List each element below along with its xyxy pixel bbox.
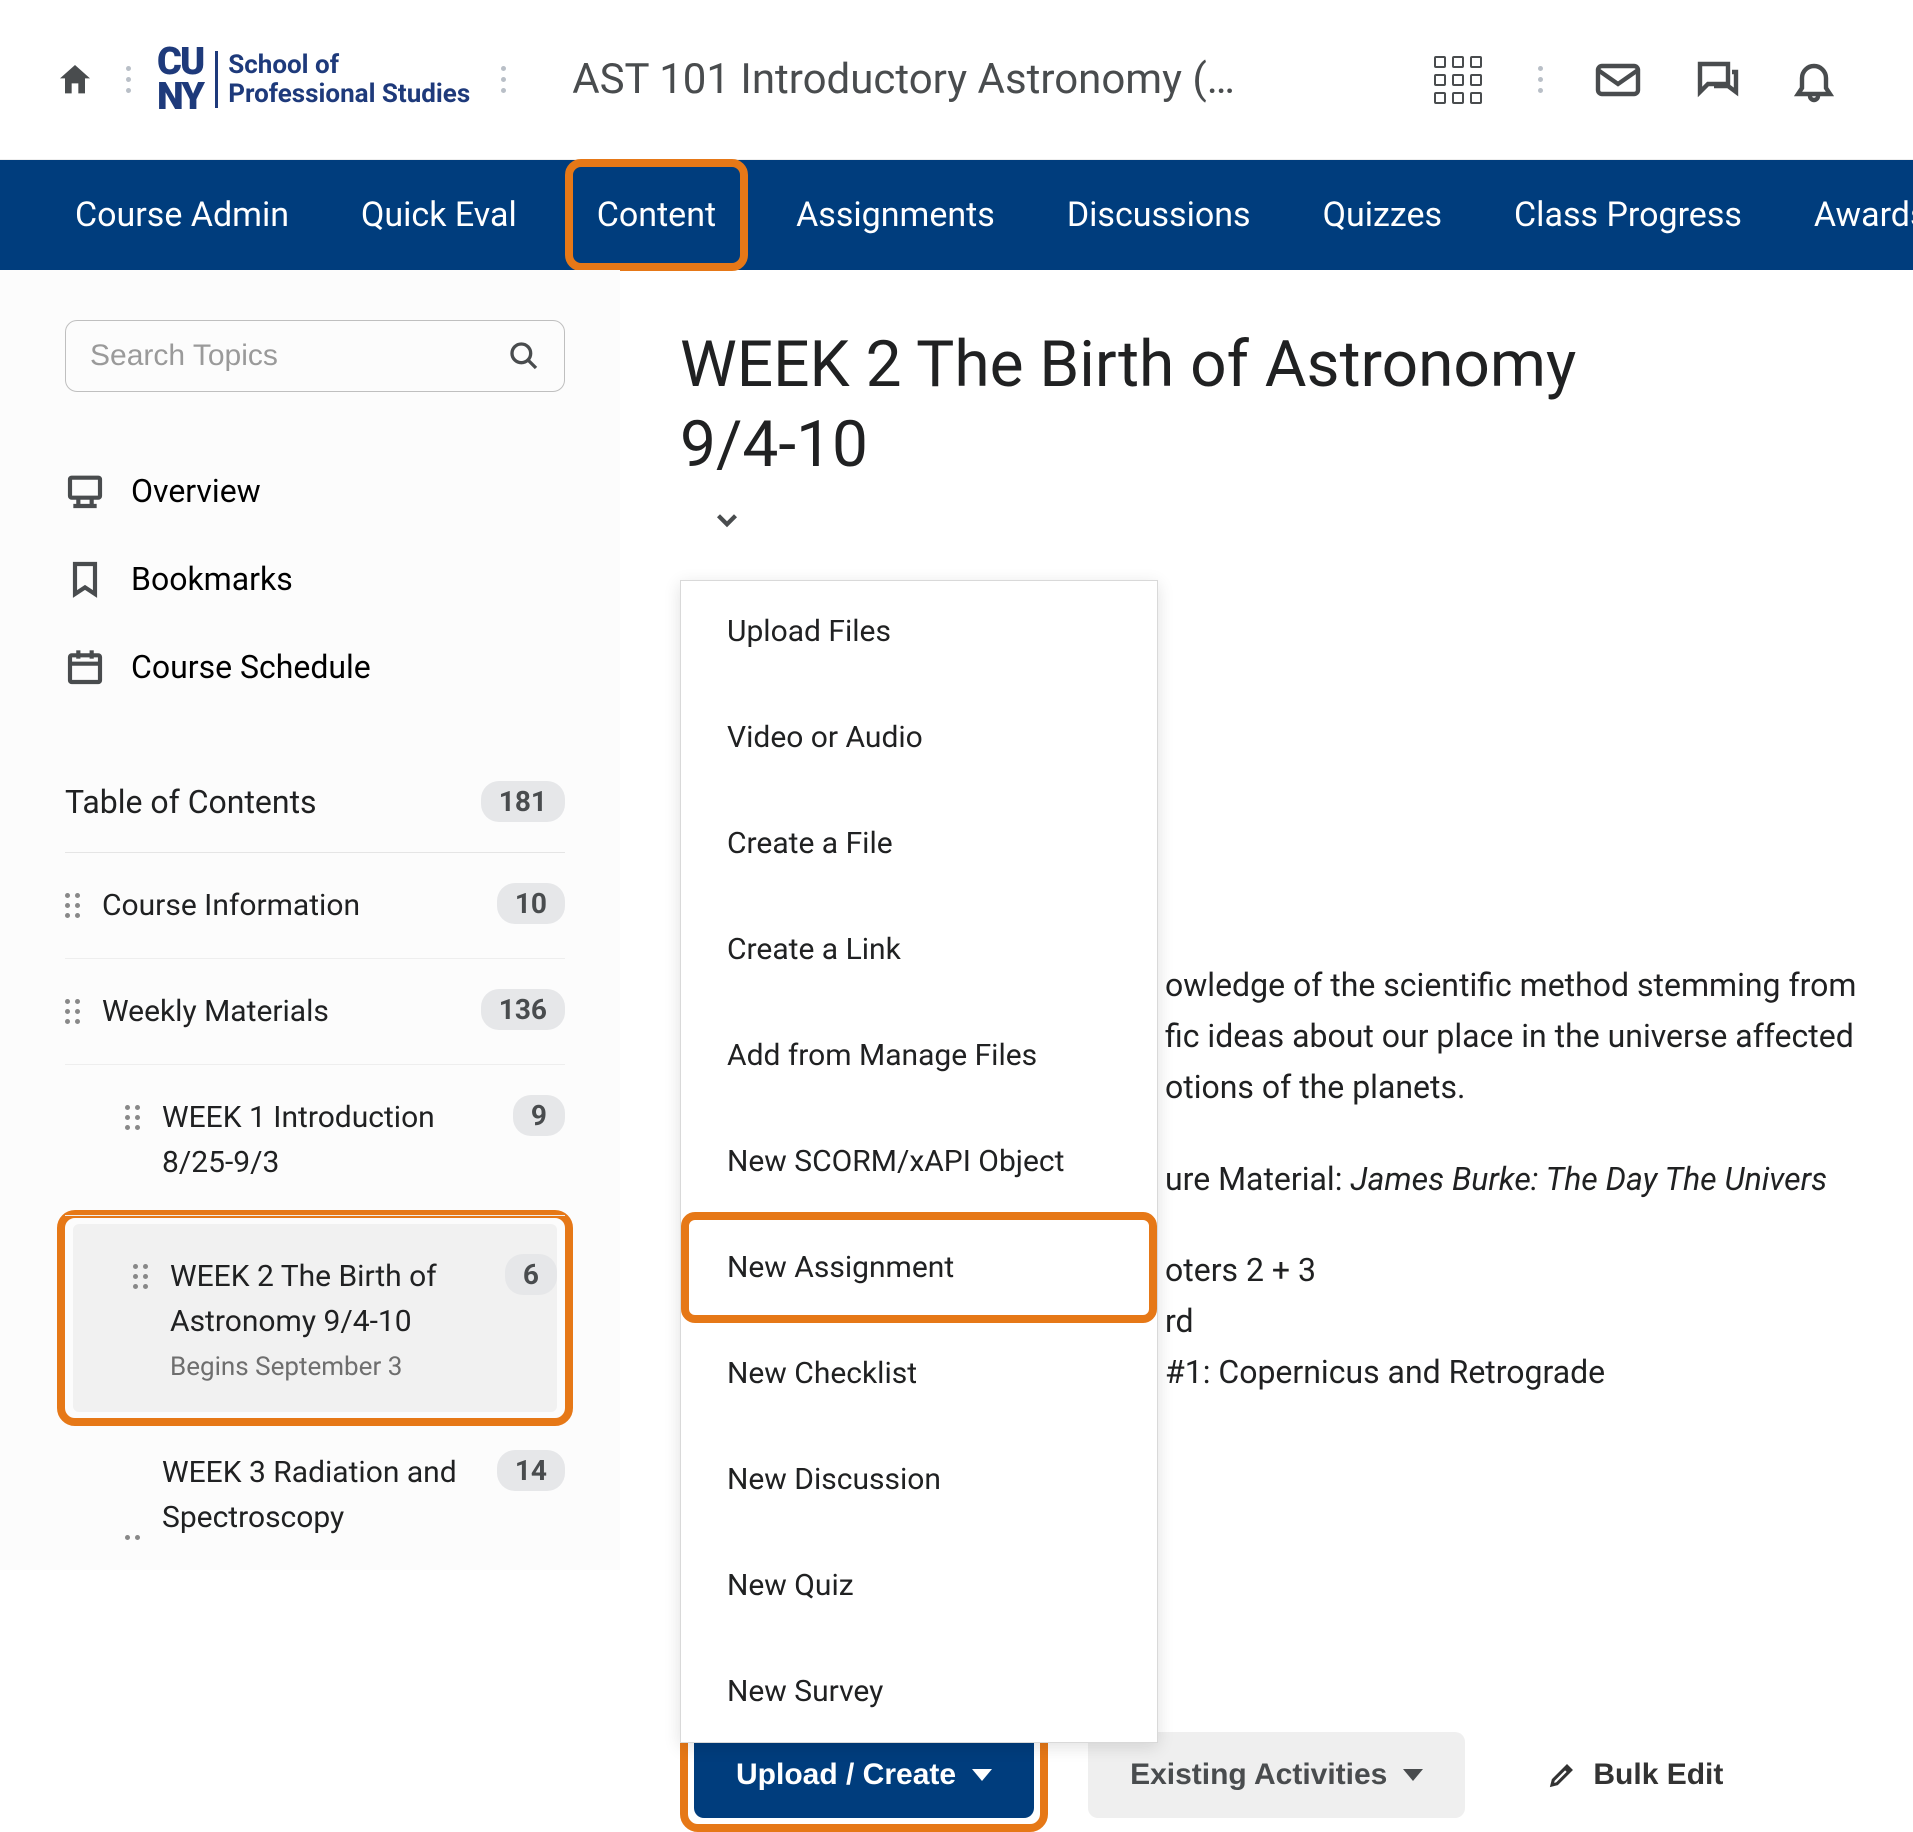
- menu-new-scorm[interactable]: New SCORM/xAPI Object: [681, 1106, 1157, 1217]
- button-label: Existing Activities: [1130, 1758, 1387, 1792]
- menu-new-survey[interactable]: New Survey: [681, 1636, 1157, 1747]
- search-icon[interactable]: [508, 340, 540, 372]
- toc-item-label: WEEK 2 The Birth of Astronomy 9/4-10: [170, 1254, 483, 1344]
- menu-new-assignment[interactable]: New Assignment: [681, 1212, 1157, 1323]
- page-title: WEEK 2 The Birth of Astronomy 9/4-10: [680, 325, 1680, 485]
- toc-week-3[interactable]: WEEK 3 Radiation and Spectroscopy 14: [65, 1420, 565, 1570]
- nav-course-admin[interactable]: Course Admin: [65, 189, 299, 241]
- toc-item-subtext: Begins September 3: [170, 1352, 483, 1382]
- toc-course-information[interactable]: Course Information 10: [65, 853, 565, 959]
- menu-create-file[interactable]: Create a File: [681, 788, 1157, 899]
- toc-item-count: 10: [497, 883, 565, 924]
- schedule-link[interactable]: Course Schedule: [65, 623, 565, 711]
- overview-icon: [65, 471, 105, 511]
- highlight-annotation: WEEK 2 The Birth of Astronomy 9/4-10 Beg…: [57, 1210, 573, 1426]
- menu-video-audio[interactable]: Video or Audio: [681, 682, 1157, 793]
- search-topics[interactable]: [65, 320, 565, 392]
- chat-icon[interactable]: [1692, 56, 1740, 104]
- drag-handle-icon[interactable]: [133, 1264, 148, 1289]
- drag-handle-icon[interactable]: [125, 1105, 140, 1130]
- title-actions-caret[interactable]: [710, 503, 1913, 541]
- toc-item-label: WEEK 3 Radiation and Spectroscopy: [162, 1450, 475, 1540]
- apps-icon[interactable]: [1434, 56, 1482, 104]
- drag-handle-icon[interactable]: [65, 893, 80, 918]
- toc-item-label: Weekly Materials: [102, 989, 459, 1034]
- toc-item-label: Course Information: [102, 883, 475, 928]
- toc-label: Table of Contents: [65, 783, 317, 821]
- course-navbar: Course Admin Quick Eval Content Assignme…: [0, 160, 1913, 270]
- chevron-down-icon: [972, 1769, 992, 1781]
- content-sidebar: Overview Bookmarks Course Schedule Table…: [0, 270, 620, 1570]
- mail-icon[interactable]: [1594, 56, 1642, 104]
- nav-class-progress[interactable]: Class Progress: [1504, 189, 1752, 241]
- toc-week-2[interactable]: WEEK 2 The Birth of Astronomy 9/4-10 Beg…: [73, 1224, 557, 1412]
- drag-handle-icon[interactable]: [125, 1535, 140, 1540]
- content-area: WEEK 2 The Birth of Astronomy 9/4-10 owl…: [620, 270, 1913, 1570]
- bell-icon[interactable]: [1790, 56, 1838, 104]
- toc-item-count: 9: [513, 1095, 565, 1136]
- org-logo[interactable]: CUNY School of Professional Studies: [157, 45, 470, 113]
- nav-quizzes[interactable]: Quizzes: [1313, 189, 1452, 241]
- menu-create-link[interactable]: Create a Link: [681, 894, 1157, 1005]
- nav-assignments[interactable]: Assignments: [786, 189, 1005, 241]
- menu-new-quiz[interactable]: New Quiz: [681, 1530, 1157, 1641]
- calendar-icon: [65, 647, 105, 687]
- schedule-label: Course Schedule: [131, 648, 371, 686]
- chevron-down-icon: [1403, 1769, 1423, 1781]
- menu-new-checklist[interactable]: New Checklist: [681, 1318, 1157, 1429]
- edit-icon: [1547, 1760, 1577, 1790]
- overview-label: Overview: [131, 472, 261, 510]
- toc-item-label: WEEK 1 Introduction 8/25-9/3: [162, 1095, 491, 1185]
- toc-weekly-materials[interactable]: Weekly Materials 136: [65, 959, 565, 1065]
- toc-item-count: 14: [497, 1450, 565, 1491]
- separator-icon: [495, 60, 507, 100]
- home-icon[interactable]: [55, 60, 95, 100]
- module-body-text: owledge of the scientific method stemmin…: [1165, 960, 1913, 1398]
- toc-header[interactable]: Table of Contents 181: [65, 751, 565, 853]
- toc-item-count: 136: [481, 989, 565, 1030]
- course-title[interactable]: AST 101 Introductory Astronomy (…: [572, 55, 1409, 104]
- toc-count-badge: 181: [481, 781, 565, 822]
- nav-content[interactable]: Content: [565, 159, 748, 271]
- topbar-icons: [1434, 56, 1838, 104]
- menu-add-manage-files[interactable]: Add from Manage Files: [681, 1000, 1157, 1111]
- nav-discussions[interactable]: Discussions: [1057, 189, 1261, 241]
- upload-create-menu: Upload Files Video or Audio Create a Fil…: [680, 580, 1158, 1743]
- logo-mark: CUNY: [157, 45, 203, 113]
- toc-week-1[interactable]: WEEK 1 Introduction 8/25-9/3 9: [65, 1065, 565, 1216]
- topbar: CUNY School of Professional Studies AST …: [0, 0, 1913, 160]
- menu-upload-files[interactable]: Upload Files: [681, 576, 1157, 687]
- logo-text: School of Professional Studies: [215, 51, 470, 108]
- chevron-down-icon: [710, 503, 744, 537]
- button-label: Bulk Edit: [1593, 1758, 1723, 1792]
- overview-link[interactable]: Overview: [65, 447, 565, 535]
- separator-icon: [120, 60, 132, 100]
- button-label: Upload / Create: [736, 1758, 956, 1792]
- drag-handle-icon[interactable]: [65, 999, 80, 1024]
- separator-icon: [1532, 60, 1544, 100]
- nav-awards[interactable]: Awards: [1804, 189, 1913, 241]
- toc-item-count: 6: [505, 1254, 557, 1295]
- bookmarks-label: Bookmarks: [131, 560, 293, 598]
- menu-new-discussion[interactable]: New Discussion: [681, 1424, 1157, 1535]
- bookmarks-link[interactable]: Bookmarks: [65, 535, 565, 623]
- bulk-edit-button[interactable]: Bulk Edit: [1505, 1732, 1765, 1818]
- nav-quick-eval[interactable]: Quick Eval: [351, 189, 527, 241]
- bookmark-icon: [65, 559, 105, 599]
- main-layout: Overview Bookmarks Course Schedule Table…: [0, 270, 1913, 1570]
- search-input[interactable]: [90, 339, 508, 373]
